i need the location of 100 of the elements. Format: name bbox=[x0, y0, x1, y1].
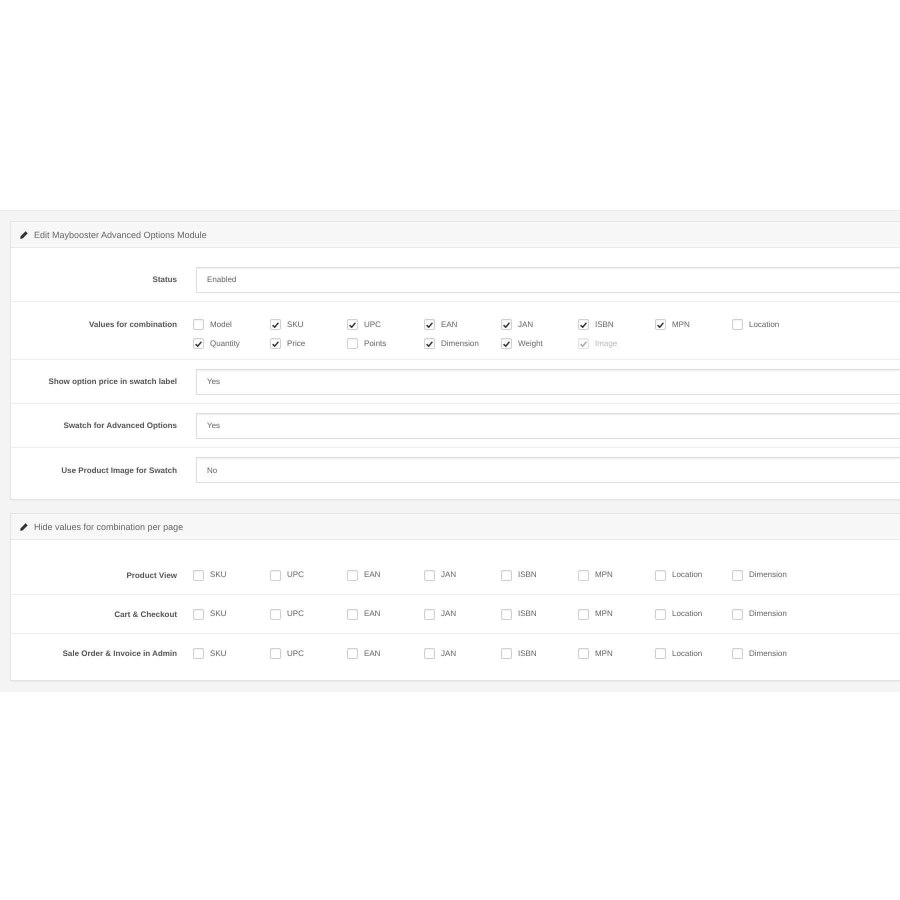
select-field[interactable]: Yes bbox=[196, 368, 900, 394]
checkbox-label[interactable]: Price bbox=[287, 338, 306, 348]
checkbox-label[interactable]: Dimension bbox=[441, 338, 479, 348]
checkbox[interactable] bbox=[578, 648, 589, 659]
checkbox-label[interactable]: ISBN bbox=[518, 609, 537, 619]
checkbox[interactable] bbox=[193, 608, 204, 620]
checkbox-label[interactable]: JAN bbox=[441, 609, 456, 619]
checkbox-label[interactable]: EAN bbox=[364, 570, 380, 580]
field-label: Status bbox=[152, 274, 177, 286]
field-label: Values for combination bbox=[88, 319, 177, 331]
tick-icon bbox=[503, 340, 510, 346]
checkbox[interactable] bbox=[501, 319, 512, 330]
checkbox[interactable] bbox=[347, 608, 358, 620]
checkbox[interactable] bbox=[655, 608, 666, 620]
checkbox-label[interactable]: ISBN bbox=[518, 648, 537, 658]
checkbox-label[interactable]: EAN bbox=[441, 320, 458, 330]
pencil-icon bbox=[20, 522, 28, 530]
checkbox-label[interactable]: Model bbox=[210, 320, 232, 330]
checkbox-label[interactable]: UPC bbox=[287, 570, 304, 580]
checkbox[interactable] bbox=[655, 570, 666, 580]
checkbox-label[interactable]: SKU bbox=[210, 648, 226, 658]
checkbox[interactable] bbox=[270, 648, 281, 659]
checkbox-label[interactable]: Points bbox=[364, 338, 386, 348]
checkbox[interactable] bbox=[501, 570, 512, 580]
checkbox[interactable] bbox=[193, 319, 204, 330]
checkbox[interactable] bbox=[578, 570, 589, 580]
field-label: Show option price in swatch label bbox=[48, 376, 177, 388]
checkbox-label[interactable]: UPC bbox=[287, 648, 304, 658]
checkbox-label[interactable]: Dimension bbox=[749, 570, 787, 580]
checkbox[interactable] bbox=[424, 319, 435, 330]
checkbox[interactable] bbox=[501, 648, 512, 659]
field-label: Use Product Image for Swatch bbox=[60, 464, 177, 477]
checkbox[interactable] bbox=[193, 338, 204, 349]
checkbox-label[interactable]: Location bbox=[749, 320, 780, 330]
field-label: Product View bbox=[125, 570, 177, 582]
checkbox[interactable] bbox=[424, 338, 435, 349]
select-field[interactable]: No bbox=[196, 457, 900, 483]
field-label: Sale Order & Invoice in Admin bbox=[62, 648, 177, 660]
checkbox[interactable] bbox=[270, 570, 281, 580]
checkbox-label[interactable]: MPN bbox=[595, 609, 613, 619]
checkbox[interactable] bbox=[347, 648, 358, 659]
checkbox[interactable] bbox=[655, 648, 666, 659]
tick-icon bbox=[426, 322, 433, 328]
checkbox[interactable] bbox=[424, 608, 435, 620]
checkbox[interactable] bbox=[424, 648, 435, 659]
checkbox-label[interactable]: ISBN bbox=[518, 570, 537, 580]
checkbox[interactable] bbox=[732, 648, 743, 659]
checkbox-label[interactable]: SKU bbox=[210, 570, 226, 580]
select-field[interactable]: Yes bbox=[196, 412, 900, 438]
checkbox-label[interactable]: Weight bbox=[518, 338, 543, 348]
tick-icon bbox=[657, 322, 664, 328]
checkbox-label[interactable]: SKU bbox=[210, 609, 226, 619]
checkbox[interactable] bbox=[501, 608, 512, 620]
tick-icon bbox=[349, 322, 356, 328]
tick-icon bbox=[503, 322, 510, 328]
checkbox[interactable] bbox=[347, 338, 358, 349]
checkbox[interactable] bbox=[270, 338, 281, 349]
checkbox[interactable] bbox=[347, 570, 358, 580]
tick-icon bbox=[580, 340, 587, 346]
panel-title: Hide values for combination per page bbox=[34, 522, 184, 532]
checkbox-label[interactable]: JAN bbox=[518, 320, 534, 330]
checkbox[interactable] bbox=[347, 319, 358, 330]
checkbox[interactable] bbox=[424, 570, 435, 580]
checkbox[interactable] bbox=[270, 608, 281, 620]
checkbox-label[interactable]: Location bbox=[672, 609, 702, 619]
checkbox[interactable] bbox=[732, 570, 743, 580]
checkbox-label[interactable]: Quantity bbox=[210, 338, 240, 348]
checkbox-label[interactable]: EAN bbox=[364, 609, 380, 619]
checkbox[interactable] bbox=[193, 570, 204, 580]
checkbox[interactable] bbox=[732, 608, 743, 620]
pencil-icon bbox=[20, 230, 28, 238]
checkbox-label[interactable]: SKU bbox=[287, 320, 304, 330]
tick-icon bbox=[272, 340, 279, 346]
checkbox[interactable] bbox=[578, 319, 589, 330]
field-label: Swatch for Advanced Options bbox=[62, 420, 177, 432]
tick-icon bbox=[272, 322, 279, 328]
checkbox-label[interactable]: UPC bbox=[287, 609, 304, 619]
tick-icon bbox=[426, 340, 433, 346]
checkbox-label[interactable]: Dimension bbox=[749, 609, 787, 619]
checkbox-label[interactable]: JAN bbox=[441, 648, 456, 658]
checkbox-label[interactable]: Location bbox=[672, 570, 702, 580]
checkbox-label[interactable]: Location bbox=[672, 648, 702, 658]
checkbox[interactable] bbox=[578, 608, 589, 620]
checkbox[interactable] bbox=[193, 648, 204, 659]
field-label: Cart & Checkout bbox=[113, 608, 177, 620]
checkbox-label[interactable]: MPN bbox=[595, 570, 613, 580]
checkbox[interactable] bbox=[501, 338, 512, 349]
checkbox-label[interactable]: UPC bbox=[364, 320, 381, 330]
checkbox-label[interactable]: ISBN bbox=[595, 320, 614, 330]
checkbox-label[interactable]: EAN bbox=[364, 648, 380, 658]
checkbox-label[interactable]: MPN bbox=[595, 648, 613, 658]
checkbox[interactable] bbox=[732, 319, 743, 330]
tick-icon bbox=[580, 322, 587, 328]
panel-title: Edit Maybooster Advanced Options Module bbox=[34, 230, 207, 240]
select-field[interactable]: Enabled bbox=[196, 266, 900, 292]
checkbox-label[interactable]: JAN bbox=[441, 570, 456, 580]
checkbox-label[interactable]: MPN bbox=[672, 320, 690, 330]
checkbox[interactable] bbox=[655, 319, 666, 330]
checkbox[interactable] bbox=[270, 319, 281, 330]
checkbox-label[interactable]: Dimension bbox=[749, 648, 787, 658]
